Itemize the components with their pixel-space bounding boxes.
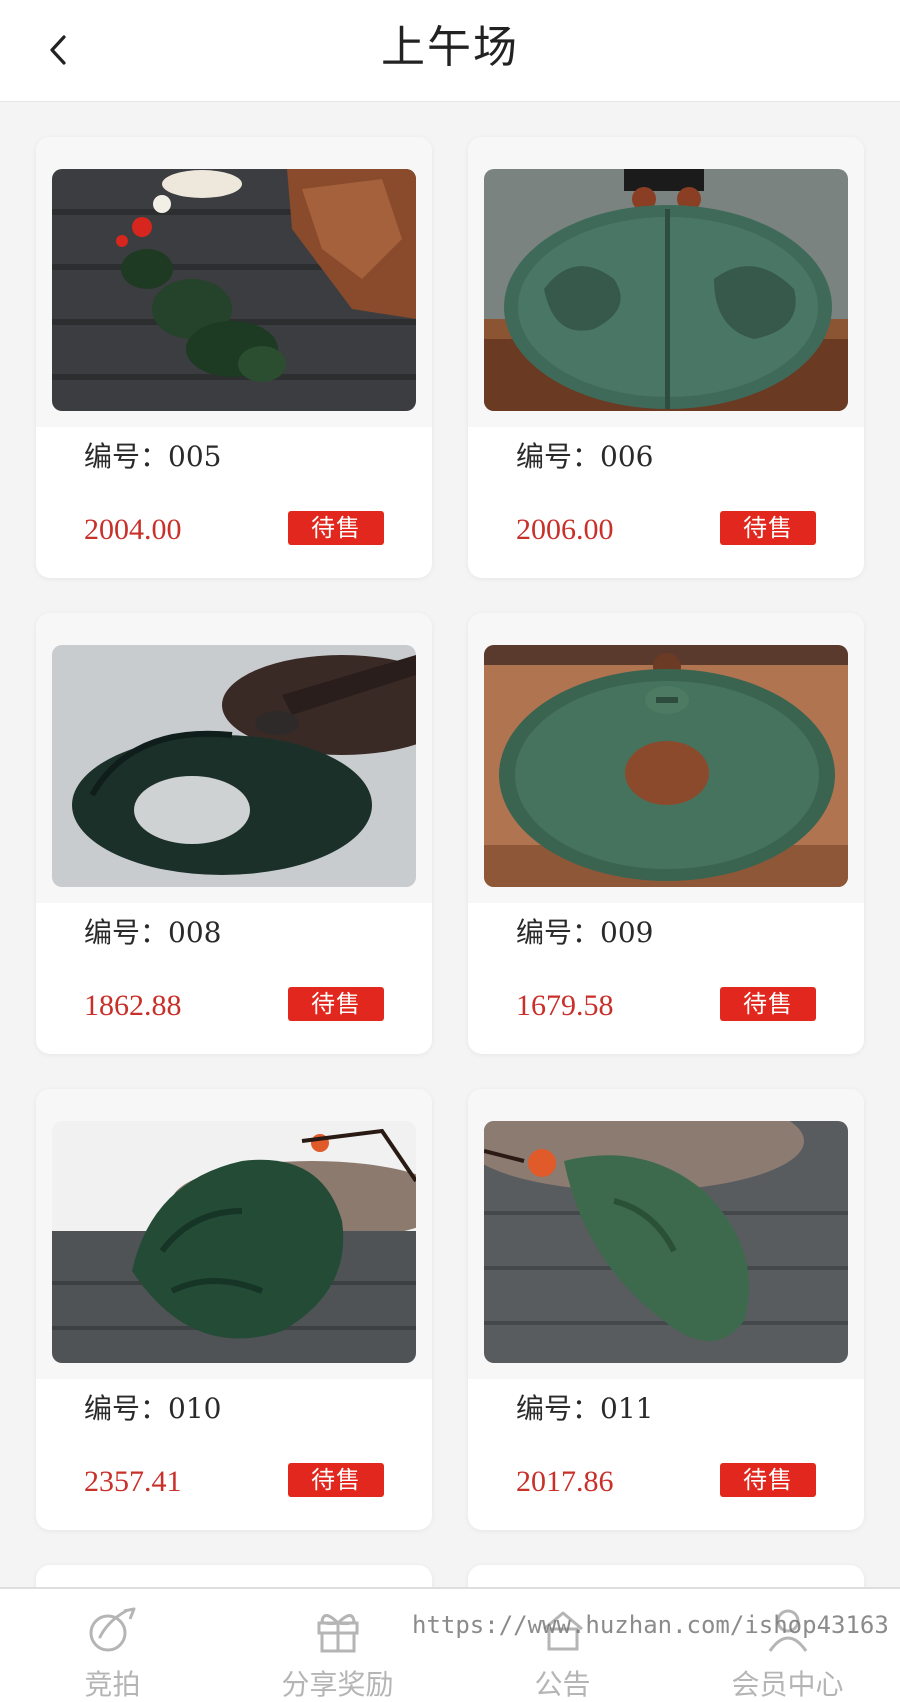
product-image-frame	[468, 137, 864, 427]
product-card[interactable]: 编号：009 1679.58 待售	[468, 613, 864, 1054]
tab-label: 分享奖励	[281, 1668, 394, 1701]
product-card[interactable]: 编号：008 1862.88 待售	[36, 613, 432, 1054]
status-badge[interactable]: 待售	[720, 1463, 816, 1497]
item-price: 2017.86	[516, 1465, 614, 1498]
product-image[interactable]	[52, 645, 416, 887]
product-image[interactable]	[52, 169, 416, 411]
product-card[interactable]: 编号：006 2006.00 待售	[468, 137, 864, 578]
tab-auction[interactable]: 竞拍	[0, 1589, 225, 1702]
product-card[interactable]: 编号：010 2357.41 待售	[36, 1089, 432, 1530]
product-image-frame	[468, 613, 864, 903]
watermark-text: https://www.huzhan.com/ishop43163	[412, 1611, 889, 1639]
gift-icon	[317, 1614, 358, 1653]
status-badge[interactable]: 待售	[288, 987, 384, 1021]
item-code: 编号：009	[516, 916, 654, 949]
item-price: 2004.00	[84, 513, 182, 546]
status-badge[interactable]: 待售	[288, 1463, 384, 1497]
item-code: 编号：005	[84, 440, 222, 473]
product-card[interactable]: 编号：005 2004.00 待售	[36, 137, 432, 578]
item-code: 编号：008	[84, 916, 222, 949]
item-code: 编号：010	[84, 1392, 222, 1425]
item-code: 编号：011	[516, 1392, 654, 1425]
auction-icon	[89, 1607, 135, 1652]
tab-label: 公告	[534, 1668, 591, 1701]
item-price: 1679.58	[516, 989, 614, 1022]
product-image-frame	[36, 613, 432, 903]
product-image-frame	[36, 1089, 432, 1379]
item-code: 编号：006	[516, 440, 654, 473]
bottom-tab-bar: 竞拍 分享奖励 公告 会员中心	[0, 1587, 900, 1702]
product-image[interactable]	[52, 1121, 416, 1363]
page-title: 上午场	[381, 22, 519, 73]
item-price: 2006.00	[516, 513, 614, 546]
status-badge[interactable]: 待售	[288, 511, 384, 545]
item-price: 1862.88	[84, 989, 182, 1022]
top-bar: 上午场	[0, 0, 900, 102]
product-image-frame	[468, 1089, 864, 1379]
status-badge[interactable]: 待售	[720, 511, 816, 545]
tab-share-reward[interactable]: 分享奖励	[225, 1589, 450, 1702]
tab-notice[interactable]: 公告	[450, 1589, 675, 1702]
product-image[interactable]	[484, 645, 848, 887]
product-card[interactable]: 编号：011 2017.86 待售	[468, 1089, 864, 1530]
status-badge[interactable]: 待售	[720, 987, 816, 1021]
product-grid: 编号：005 2004.00 待售 编号：006 2006.00 待售 编号：0…	[36, 137, 864, 1605]
tab-label: 竞拍	[84, 1668, 141, 1701]
product-image-frame	[36, 137, 432, 427]
product-image[interactable]	[484, 169, 848, 411]
tab-member-center[interactable]: 会员中心	[675, 1589, 900, 1702]
item-price: 2357.41	[84, 1465, 182, 1498]
tab-label: 会员中心	[731, 1668, 844, 1701]
product-image[interactable]	[484, 1121, 848, 1363]
